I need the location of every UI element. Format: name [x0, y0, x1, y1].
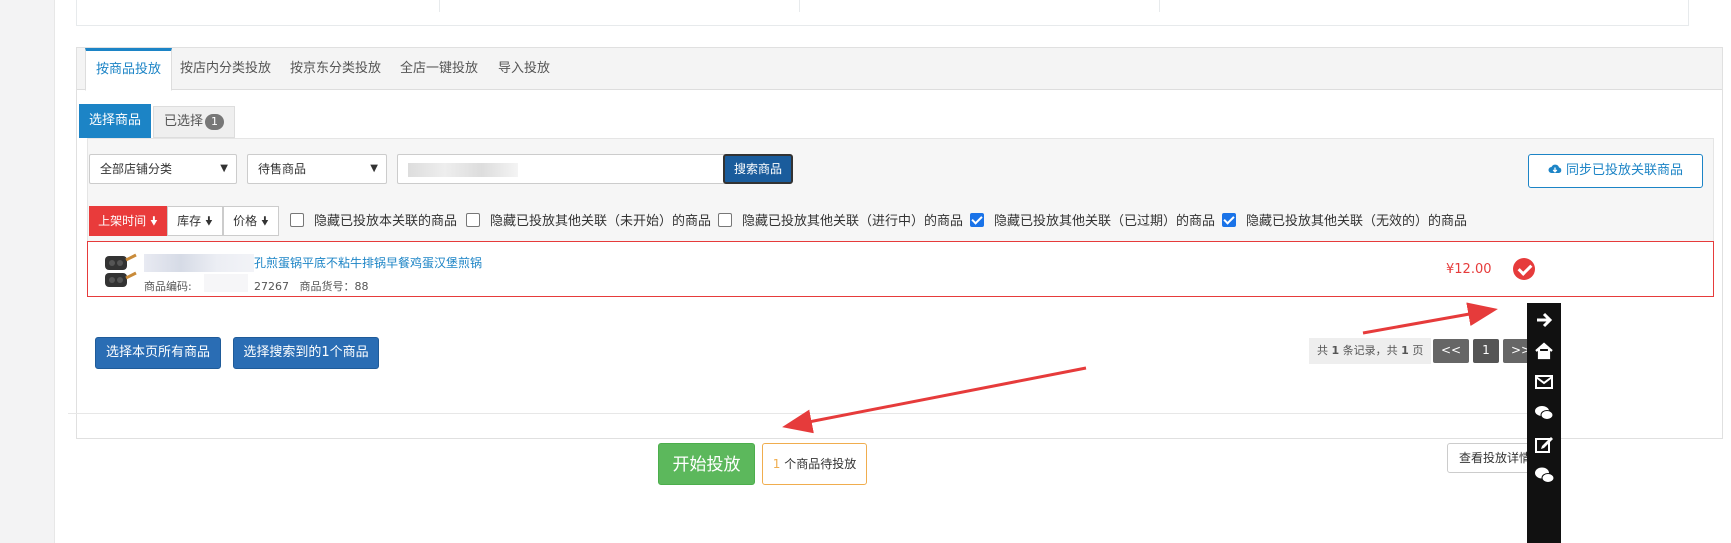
pending-count-badge: 1 个商品待投放 — [762, 443, 867, 485]
search-input[interactable] — [397, 154, 747, 184]
check-circle-icon[interactable] — [1513, 258, 1535, 280]
pagination-suffix: 页 — [1412, 344, 1424, 357]
checkbox-label: 隐藏已投放本关联的商品 — [314, 214, 458, 229]
product-title-link[interactable]: 孔煎蛋锅平底不粘牛排锅早餐鸡蛋汉堡煎锅 — [254, 254, 482, 271]
tab-import[interactable]: 导入投放 — [488, 48, 560, 90]
category-select-value: 全部店铺分类 — [100, 162, 173, 176]
tab-by-store-category[interactable]: 按店内分类投放 — [170, 48, 281, 90]
subtab-selected[interactable]: 已选择 1 — [153, 106, 236, 138]
tabs-bar: 按商品投放 按店内分类投放 按京东分类投放 全店一键投放 导入投放 — [77, 48, 1722, 91]
product-price: ¥12.00 — [1446, 262, 1492, 277]
checkbox-label: 隐藏已投放其他关联（已过期）的商品 — [994, 214, 1216, 229]
checkbox-label: 隐藏已投放其他关联（未开始）的商品 — [490, 214, 712, 229]
tab-by-product[interactable]: 按商品投放 — [85, 48, 173, 91]
divider — [68, 413, 1538, 414]
top-separator — [799, 0, 800, 12]
checkbox-label: 隐藏已投放其他关联（进行中）的商品 — [742, 214, 964, 229]
select-page-button[interactable]: 选择本页所有商品 — [95, 337, 221, 369]
floating-sidebar — [1527, 303, 1561, 543]
hide-not-started-checkbox[interactable]: 隐藏已投放其他关联（未开始）的商品 — [466, 213, 711, 231]
tab-whole-store[interactable]: 全店一键投放 — [390, 48, 488, 90]
sync-button[interactable]: 同步已投放关联商品 — [1528, 154, 1703, 188]
product-code-number: 27267 商品货号：88 — [254, 278, 369, 294]
sync-button-label: 同步已投放关联商品 — [1565, 163, 1683, 178]
top-panel — [76, 0, 1689, 26]
redacted-code — [204, 274, 248, 292]
hide-expired-checkbox[interactable]: 隐藏已投放其他关联（已过期）的商品 — [970, 213, 1215, 231]
checkbox-box-checked[interactable] — [1222, 213, 1236, 227]
subtab-selected-label: 已选择 — [164, 114, 204, 129]
comments-icon[interactable] — [1533, 402, 1555, 424]
start-placement-button[interactable]: 开始投放 — [658, 443, 755, 485]
select-searched-button[interactable]: 选择搜索到的1个商品 — [233, 337, 379, 369]
chevron-down-icon: ▼ — [370, 163, 378, 174]
hide-this-checkbox[interactable]: 隐藏已投放本关联的商品 — [290, 213, 457, 231]
checkbox-box[interactable] — [466, 213, 480, 227]
pagination-pages: 1 — [1401, 344, 1409, 357]
cloud-download-icon — [1548, 164, 1562, 173]
wechat-icon[interactable] — [1533, 464, 1555, 486]
checkbox-box-checked[interactable] — [970, 213, 984, 227]
checkbox-label: 隐藏已投放其他关联（无效的）的商品 — [1246, 214, 1468, 229]
arrow-down-icon: 🠟 — [205, 214, 213, 228]
product-row[interactable]: 孔煎蛋锅平底不粘牛排锅早餐鸡蛋汉堡煎锅 商品编码: 27267 商品货号：88 … — [87, 241, 1714, 297]
status-select[interactable]: 待售商品 ▼ — [247, 154, 387, 184]
hide-in-progress-checkbox[interactable]: 隐藏已投放其他关联（进行中）的商品 — [718, 213, 963, 231]
prev-page-button[interactable]: << — [1433, 339, 1469, 363]
checkbox-box[interactable] — [718, 213, 732, 227]
arrow-right-icon[interactable] — [1533, 309, 1555, 331]
arrow-down-icon: 🠟 — [150, 214, 158, 228]
category-select[interactable]: 全部店铺分类 ▼ — [89, 154, 237, 184]
sort-stock-button[interactable]: 库存 🠟 — [167, 206, 223, 236]
sort-stock-label: 库存 — [177, 214, 202, 228]
product-item-number: 商品货号：88 — [299, 280, 369, 293]
selected-count-badge: 1 — [205, 114, 225, 130]
product-code-suffix: 27267 — [254, 280, 289, 293]
pagination-records: 1 — [1331, 344, 1340, 357]
tab-by-jd-category[interactable]: 按京东分类投放 — [280, 48, 391, 90]
product-thumbnail — [105, 253, 137, 287]
checkbox-box[interactable] — [290, 213, 304, 227]
sort-listing-time-label: 上架时间 — [98, 214, 147, 228]
subtab-select-products[interactable]: 选择商品 — [79, 104, 152, 138]
sort-price-button[interactable]: 价格 🠟 — [223, 206, 279, 236]
pagination-info: 共 1 条记录，共 1 页 — [1309, 338, 1432, 364]
placement-panel: 按商品投放 按店内分类投放 按京东分类投放 全店一键投放 导入投放 选择商品 已… — [76, 47, 1723, 439]
envelope-icon[interactable] — [1533, 371, 1555, 393]
redacted-search-text — [408, 163, 518, 177]
product-code-label: 商品编码: — [144, 280, 192, 293]
chevron-down-icon: ▼ — [220, 163, 228, 174]
status-select-value: 待售商品 — [258, 162, 307, 176]
redacted-title-prefix — [144, 254, 254, 272]
pagination-prefix: 共 — [1317, 344, 1328, 357]
search-button[interactable]: 搜索商品 — [723, 154, 793, 184]
hide-invalid-checkbox[interactable]: 隐藏已投放其他关联（无效的）的商品 — [1222, 213, 1467, 231]
pagination-mid: 条记录，共 — [1342, 344, 1398, 357]
top-separator — [439, 0, 440, 12]
sort-price-label: 价格 — [233, 214, 258, 228]
top-separator — [1159, 0, 1160, 12]
page-1-button[interactable]: 1 — [1473, 339, 1499, 363]
sort-listing-time-button[interactable]: 上架时间 🠟 — [89, 206, 167, 236]
home-icon[interactable] — [1533, 340, 1555, 362]
arrow-down-icon: 🠟 — [261, 214, 269, 228]
left-gutter — [0, 0, 55, 543]
pending-text: 个商品待投放 — [780, 457, 857, 471]
edit-icon[interactable] — [1533, 433, 1555, 455]
